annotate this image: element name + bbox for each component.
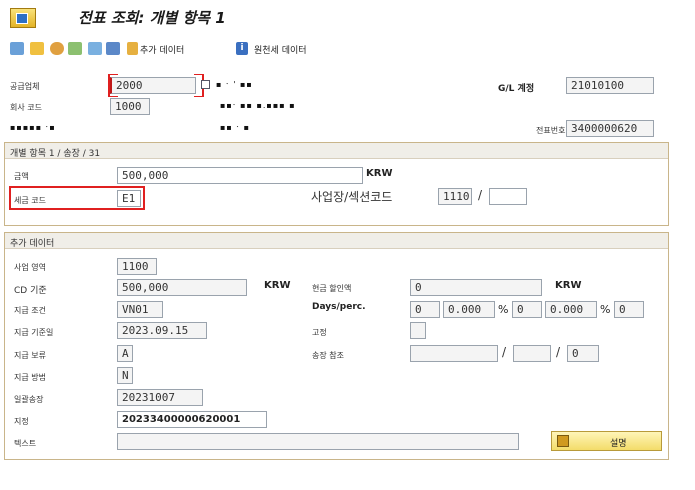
business-place-label: 사업장/섹션코드 — [311, 190, 393, 204]
text-label: 텍스트 — [14, 439, 37, 448]
vendor-name: ▪ ˑ ' ▪▪ — [216, 80, 253, 89]
cd-base-currency: KRW — [264, 280, 291, 291]
fixed-checkbox[interactable] — [410, 322, 426, 339]
business-area-label: 사업 영역 — [14, 263, 46, 272]
baseline-date-field[interactable]: 2023.09.15 — [117, 322, 207, 339]
next-item-icon[interactable] — [88, 42, 102, 55]
cd-base-field[interactable]: 500,000 — [117, 279, 247, 296]
perc2-field[interactable]: 0.000 — [545, 301, 597, 318]
tax-code-highlight — [9, 186, 145, 210]
gl-account-label: G/L 계정 — [498, 84, 535, 94]
batch-invoice-label: 일괄송장 — [14, 395, 44, 404]
days1-field[interactable]: 0 — [410, 301, 440, 318]
business-place-field[interactable]: 1110 — [438, 188, 472, 205]
line3-value: ▪▪ ˑ ▪ — [220, 123, 251, 132]
cash-discount-currency: KRW — [555, 280, 582, 291]
payment-method-field[interactable]: N — [117, 367, 133, 384]
explain-icon — [557, 435, 569, 447]
amount-field[interactable]: 500,000 — [117, 167, 363, 184]
amount-currency: KRW — [366, 168, 393, 179]
invoice-ref-separator1: / — [502, 345, 507, 359]
cash-discount-label: 현금 할인액 — [312, 284, 352, 293]
vendor-person-icon[interactable] — [50, 42, 64, 55]
perc2-sign: % — [600, 303, 611, 316]
item-group-title: 개별 항목 1 / 송장 / 31 — [5, 143, 668, 159]
perc1-field[interactable]: 0.000 — [443, 301, 495, 318]
window-title: 전표 조회: 개별 항목 1 — [78, 9, 226, 27]
print-icon[interactable] — [106, 42, 120, 55]
invoice-ref-label: 송장 참조 — [312, 351, 344, 360]
document-number-field[interactable]: 3400000620 — [566, 120, 654, 137]
days3-field[interactable]: 0 — [614, 301, 644, 318]
glasses-display-icon[interactable] — [10, 42, 24, 55]
business-place-separator: / — [478, 188, 483, 202]
additional-data-button[interactable]: 추가 데이터 — [140, 43, 184, 56]
vendor-detail-icon[interactable] — [201, 80, 210, 89]
explain-button-label: 설명 — [610, 439, 627, 449]
payment-terms-label: 지급 조건 — [14, 306, 46, 315]
fixed-label: 고정 — [312, 328, 327, 337]
company-code-field[interactable]: 1000 — [110, 98, 150, 115]
title-bar: 전표 조회: 개별 항목 1 — [0, 0, 695, 34]
info-icon[interactable]: i — [236, 42, 248, 55]
line3-label: ▪▪▪▪▪ ˑ▪ — [10, 123, 56, 132]
original-tax-data-button[interactable]: 원천세 데이터 — [254, 43, 307, 56]
payment-terms-field[interactable]: VN01 — [117, 301, 163, 318]
vendor-field[interactable]: 2000 — [110, 77, 196, 94]
invoice-ref-field1[interactable] — [410, 345, 498, 362]
document-overview-icon[interactable] — [30, 42, 44, 55]
text-field[interactable] — [117, 433, 519, 450]
section-code-field[interactable] — [489, 188, 527, 205]
company-name: ▪▪ˑ ▪▪ ▪.▪▪▪ ▪ — [220, 101, 296, 110]
invoice-ref-field2[interactable] — [513, 345, 551, 362]
amount-label: 금액 — [14, 172, 29, 181]
payment-block-field[interactable]: A — [117, 345, 133, 362]
vendor-label: 공급업체 — [10, 82, 40, 91]
cash-discount-field[interactable]: 0 — [410, 279, 542, 296]
additional-data-group-title: 추가 데이터 — [5, 233, 668, 249]
assignment-label: 지정 — [14, 417, 29, 426]
document-number-label: 전표번호 — [536, 126, 566, 135]
previous-item-icon[interactable] — [68, 42, 82, 55]
payment-block-label: 지급 보류 — [14, 351, 46, 360]
company-code-label: 회사 코드 — [10, 103, 42, 112]
application-toolbar: 추가 데이터 i 원천세 데이터 — [0, 38, 695, 60]
days-perc-label: Days/perc. — [312, 302, 366, 312]
item-group: 개별 항목 1 / 송장 / 31 — [4, 142, 669, 226]
perc1-sign: % — [498, 303, 509, 316]
explain-button[interactable]: 설명 — [551, 431, 662, 451]
cd-base-label: CD 기준 — [14, 286, 47, 296]
app-menu-icon[interactable] — [10, 8, 36, 28]
additional-data-icon[interactable] — [127, 42, 138, 55]
invoice-ref-field3[interactable]: 0 — [567, 345, 599, 362]
invoice-ref-separator2: / — [556, 345, 561, 359]
baseline-date-label: 지급 기준일 — [14, 328, 54, 337]
business-area-field[interactable]: 1100 — [117, 258, 157, 275]
days2-field[interactable]: 0 — [512, 301, 542, 318]
batch-invoice-field[interactable]: 20231007 — [117, 389, 203, 406]
assignment-field[interactable]: 20233400000620001 — [117, 411, 267, 428]
gl-account-field[interactable]: 21010100 — [566, 77, 654, 94]
payment-method-label: 지급 방법 — [14, 373, 46, 382]
